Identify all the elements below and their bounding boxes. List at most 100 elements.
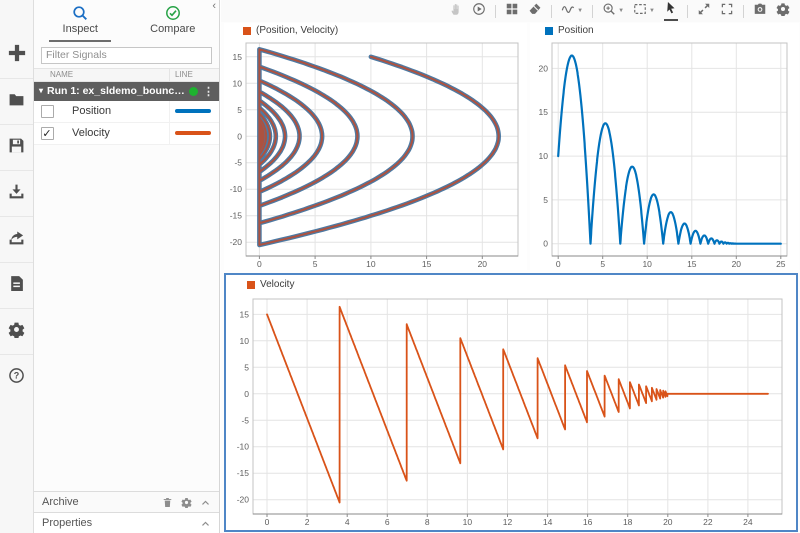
collapse-panel-button[interactable]: ‹ <box>212 1 216 11</box>
run-expand-caret[interactable]: ▾ <box>39 87 43 95</box>
report-button[interactable] <box>0 262 33 308</box>
toolbar-separator <box>743 5 744 18</box>
chevron-down-icon: ▼ <box>649 8 655 14</box>
pointer-button[interactable] <box>664 2 678 21</box>
svg-text:0: 0 <box>257 259 262 269</box>
toolbar-separator <box>551 5 552 18</box>
svg-text:16: 16 <box>583 517 593 527</box>
signal-row-velocity[interactable]: ✓ Velocity <box>34 123 219 145</box>
svg-text:0: 0 <box>556 259 561 269</box>
signal-name: Velocity <box>60 127 169 139</box>
tab-inspect-label: Inspect <box>63 23 98 35</box>
expand-button[interactable] <box>697 2 711 21</box>
open-folder-icon <box>8 91 25 113</box>
legend-label: Position <box>558 25 594 36</box>
help-button[interactable]: ? <box>0 354 33 400</box>
toolbar-separator <box>495 5 496 18</box>
svg-text:-20: -20 <box>237 495 250 505</box>
subplot-position[interactable]: Position 051015202505101520 <box>530 23 799 270</box>
svg-text:4: 4 <box>345 517 350 527</box>
add-button[interactable] <box>0 32 33 78</box>
camera-button[interactable] <box>753 2 767 21</box>
zoom-in-button[interactable]: ▼ <box>602 2 624 21</box>
panel-footer: Archive Properties <box>34 491 219 533</box>
settings-button[interactable] <box>776 2 790 21</box>
active-tab-underline <box>49 40 111 42</box>
tab-inspect[interactable]: Inspect <box>34 5 127 44</box>
import-icon <box>8 183 25 205</box>
svg-text:22: 22 <box>703 517 713 527</box>
kebab-menu-icon[interactable]: ⋮ <box>202 85 215 98</box>
svg-text:6: 6 <box>385 517 390 527</box>
svg-text:12: 12 <box>503 517 513 527</box>
subplot-position-velocity[interactable]: (Position, Velocity) 05101520-20-15-10-5… <box>224 23 527 270</box>
legend: Velocity <box>247 279 294 290</box>
legend-label: (Position, Velocity) <box>256 25 338 36</box>
layout-grid-button[interactable] <box>505 2 519 21</box>
svg-text:15: 15 <box>240 309 250 319</box>
signal-row-position[interactable]: Position <box>34 101 219 123</box>
signal-checkbox[interactable]: ✓ <box>41 127 54 140</box>
svg-text:-20: -20 <box>230 237 243 247</box>
run-status-dot <box>189 87 198 96</box>
filter-signals-input[interactable] <box>41 47 212 64</box>
legend-label: Velocity <box>260 279 294 290</box>
column-name: NAME <box>34 70 169 79</box>
compare-icon <box>165 5 181 21</box>
run-row[interactable]: ▾ Run 1: ex_sldemo_bounce[Current] ⋮ <box>34 82 219 101</box>
save-button[interactable] <box>0 124 33 170</box>
properties-label: Properties <box>42 517 92 529</box>
tab-compare[interactable]: Compare <box>127 5 220 44</box>
zoom-in-icon <box>602 2 616 21</box>
svg-text:0: 0 <box>237 131 242 141</box>
export-button[interactable] <box>0 216 33 262</box>
svg-text:10: 10 <box>642 259 652 269</box>
archive-section-header[interactable]: Archive <box>34 491 219 512</box>
signals-panel: ‹ Inspect Compare NAME LINE ▾ Run 1: ex_… <box>34 0 220 533</box>
trash-icon[interactable] <box>162 497 173 508</box>
legend: Position <box>545 25 594 36</box>
column-line: LINE <box>169 69 219 81</box>
plot-toolbar: ▼ ▼ ▼ <box>221 0 800 22</box>
svg-text:-15: -15 <box>230 211 243 221</box>
position-chart-canvas[interactable]: 051015202505101520 <box>532 39 796 270</box>
svg-text:-10: -10 <box>237 442 250 452</box>
chevron-up-icon[interactable] <box>200 497 211 508</box>
fit-to-view-button[interactable]: ▼ <box>633 2 655 21</box>
svg-text:8: 8 <box>425 517 430 527</box>
fullscreen-button[interactable] <box>720 2 734 21</box>
subplot-velocity-selected[interactable]: Velocity 024681012141618202224-20-15-10-… <box>224 273 798 532</box>
settings-icon <box>776 2 790 21</box>
signal-wave-button[interactable]: ▼ <box>561 2 583 21</box>
eraser-icon <box>528 2 542 21</box>
svg-text:15: 15 <box>539 107 549 117</box>
run-label: Run 1: ex_sldemo_bounce[Current] <box>47 85 185 97</box>
legend-swatch <box>545 27 553 35</box>
xy-phase-chart-canvas[interactable]: 05101520-20-15-10-5051015 <box>226 39 524 270</box>
svg-text:5: 5 <box>313 259 318 269</box>
svg-text:14: 14 <box>543 517 553 527</box>
svg-text:10: 10 <box>366 259 376 269</box>
eraser-button[interactable] <box>528 2 542 21</box>
panel-tabs: Inspect Compare <box>34 0 219 44</box>
replay-button[interactable] <box>472 2 486 21</box>
add-icon <box>7 43 27 68</box>
report-icon <box>8 275 25 297</box>
signal-checkbox[interactable] <box>41 105 54 118</box>
plot-area: ▼▼▼ (Position, Velocity) 05101520-20-15-… <box>221 0 800 533</box>
svg-text:5: 5 <box>543 195 548 205</box>
gear-icon[interactable] <box>181 497 192 508</box>
svg-text:10: 10 <box>240 336 250 346</box>
open-folder-button[interactable] <box>0 78 33 124</box>
velocity-chart-canvas[interactable]: 024681012141618202224-20-15-10-5051015 <box>229 294 791 529</box>
properties-section-header[interactable]: Properties <box>34 512 219 533</box>
svg-text:18: 18 <box>623 517 633 527</box>
layout-grid-icon <box>505 2 519 21</box>
svg-text:25: 25 <box>776 259 786 269</box>
pan-button[interactable] <box>449 2 463 21</box>
archive-label: Archive <box>42 496 79 508</box>
import-button[interactable] <box>0 170 33 216</box>
svg-text:10: 10 <box>463 517 473 527</box>
chevron-up-icon[interactable] <box>200 518 211 529</box>
preferences-button[interactable] <box>0 308 33 354</box>
